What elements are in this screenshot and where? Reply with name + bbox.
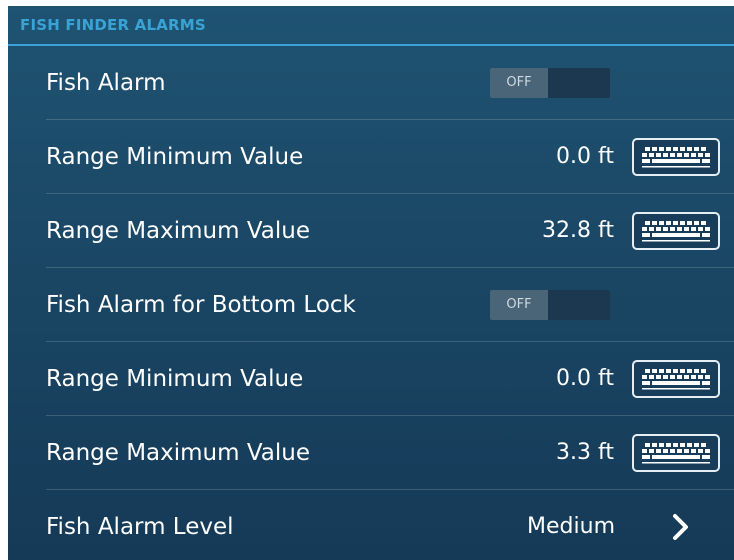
keyboard-button[interactable] [632,211,720,250]
row-value: 3.3 ft [556,440,614,465]
keyboard-icon [642,146,710,167]
row-label: Range Maximum Value [46,439,311,466]
row-label: Range Maximum Value [46,217,311,244]
keyboard-icon [642,368,710,389]
row-label: Range Minimum Value [46,365,304,392]
keyboard-icon [642,220,710,241]
row-fish-alarm-bottom-lock: Fish Alarm for Bottom Lock OFF [46,268,734,342]
row-value: 0.0 ft [556,144,614,169]
row-fish-alarm: Fish Alarm OFF [46,46,734,120]
row-value: Medium [527,514,615,539]
row-label: Fish Alarm Level [46,513,234,540]
section-title: FISH FINDER ALARMS [20,16,206,34]
row-fish-alarm-level[interactable]: Fish Alarm Level Medium [46,490,734,560]
chevron-right-icon[interactable] [670,513,692,541]
row-range-min-1: Range Minimum Value 0.0 ft [46,120,734,194]
fish-alarm-toggle[interactable]: OFF [490,67,610,98]
keyboard-button[interactable] [632,359,720,398]
row-value: 32.8 ft [542,218,614,243]
row-range-max-1: Range Maximum Value 32.8 ft [46,194,734,268]
row-label: Fish Alarm for Bottom Lock [46,291,356,318]
keyboard-button[interactable] [632,433,720,472]
toggle-state: OFF [490,289,548,320]
section-header: FISH FINDER ALARMS [8,6,734,46]
bottom-lock-toggle[interactable]: OFF [490,289,610,320]
toggle-state: OFF [490,67,548,98]
row-value: 0.0 ft [556,366,614,391]
row-range-min-2: Range Minimum Value 0.0 ft [46,342,734,416]
keyboard-button[interactable] [632,137,720,176]
settings-panel: FISH FINDER ALARMS Fish Alarm OFF Range … [8,6,734,560]
row-label: Range Minimum Value [46,143,304,170]
row-label: Fish Alarm [46,69,166,96]
keyboard-icon [642,442,710,463]
row-range-max-2: Range Maximum Value 3.3 ft [46,416,734,490]
